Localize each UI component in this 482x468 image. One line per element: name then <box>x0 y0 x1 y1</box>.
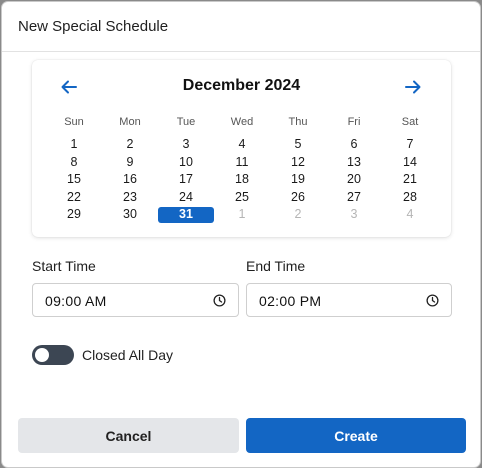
closed-all-day-label: Closed All Day <box>82 347 174 363</box>
new-special-schedule-dialog: New Special Schedule December 2024 Sun M… <box>1 1 481 468</box>
selected-day-label: 31 <box>179 207 193 221</box>
calendar-day[interactable]: 27 <box>326 189 382 207</box>
calendar-day-next-month[interactable]: 4 <box>382 206 438 224</box>
dialog-header: New Special Schedule <box>2 2 480 52</box>
calendar-day[interactable]: 28 <box>382 189 438 207</box>
end-time-input[interactable]: 02:00 PM <box>246 283 452 317</box>
calendar-day[interactable]: 8 <box>46 154 102 172</box>
weekday-label: Fri <box>347 116 361 128</box>
calendar-day[interactable]: 26 <box>270 189 326 207</box>
create-button[interactable]: Create <box>246 418 466 453</box>
calendar-day[interactable]: 22 <box>46 189 102 207</box>
calendar-day[interactable]: 19 <box>270 171 326 189</box>
clock-icon[interactable] <box>426 294 439 307</box>
next-month-button[interactable] <box>400 74 426 100</box>
calendar-day[interactable]: 7 <box>382 136 438 154</box>
calendar-day[interactable]: 14 <box>382 154 438 172</box>
calendar-day[interactable]: 13 <box>326 154 382 172</box>
calendar-day[interactable]: 9 <box>102 154 158 172</box>
weekday-label: Sat <box>401 116 419 128</box>
weekday-label: Thu <box>288 116 308 128</box>
calendar-day[interactable]: 15 <box>46 171 102 189</box>
calendar-day[interactable]: 17 <box>158 171 214 189</box>
calendar-days-grid: 1 2 3 4 5 6 7 8 9 10 11 12 13 14 15 16 1… <box>46 136 438 224</box>
arrow-right-icon <box>405 80 421 94</box>
calendar-day-next-month[interactable]: 1 <box>214 206 270 224</box>
calendar-day[interactable]: 30 <box>102 206 158 224</box>
start-time-label: Start Time <box>32 258 96 274</box>
end-time-label: End Time <box>246 258 306 274</box>
calendar-day[interactable]: 24 <box>158 189 214 207</box>
closed-all-day-toggle[interactable] <box>32 345 74 365</box>
calendar-day[interactable]: 25 <box>214 189 270 207</box>
calendar-day[interactable]: 4 <box>214 136 270 154</box>
calendar: December 2024 Sun Mon Tue Wed Thu Fri Sa… <box>32 60 451 237</box>
start-time-input[interactable]: 09:00 AM <box>32 283 239 317</box>
start-time-value: 09:00 AM <box>45 293 107 309</box>
calendar-day[interactable]: 3 <box>158 136 214 154</box>
calendar-month-label: December 2024 <box>182 77 301 94</box>
weekday-label: Wed <box>230 116 254 128</box>
calendar-day[interactable]: 20 <box>326 171 382 189</box>
cancel-button[interactable]: Cancel <box>18 418 239 453</box>
calendar-day[interactable]: 2 <box>102 136 158 154</box>
dialog-title: New Special Schedule <box>18 18 169 35</box>
calendar-day[interactable]: 10 <box>158 154 214 172</box>
calendar-day[interactable]: 16 <box>102 171 158 189</box>
calendar-day[interactable]: 11 <box>214 154 270 172</box>
calendar-day-next-month[interactable]: 2 <box>270 206 326 224</box>
calendar-weekday-header: Sun Mon Tue Wed Thu Fri Sat <box>46 115 438 129</box>
calendar-day[interactable]: 6 <box>326 136 382 154</box>
calendar-day[interactable]: 12 <box>270 154 326 172</box>
calendar-day[interactable]: 29 <box>46 206 102 224</box>
calendar-day[interactable]: 21 <box>382 171 438 189</box>
clock-icon[interactable] <box>213 294 226 307</box>
calendar-day[interactable]: 1 <box>46 136 102 154</box>
weekday-label: Tue <box>176 116 196 128</box>
toggle-knob <box>35 348 49 362</box>
calendar-day-selected[interactable]: 31 <box>158 206 214 224</box>
calendar-day[interactable]: 23 <box>102 189 158 207</box>
weekday-label: Mon <box>119 116 141 128</box>
calendar-day-next-month[interactable]: 3 <box>326 206 382 224</box>
calendar-day[interactable]: 18 <box>214 171 270 189</box>
calendar-day[interactable]: 5 <box>270 136 326 154</box>
end-time-value: 02:00 PM <box>259 293 322 309</box>
weekday-label: Sun <box>64 116 84 128</box>
